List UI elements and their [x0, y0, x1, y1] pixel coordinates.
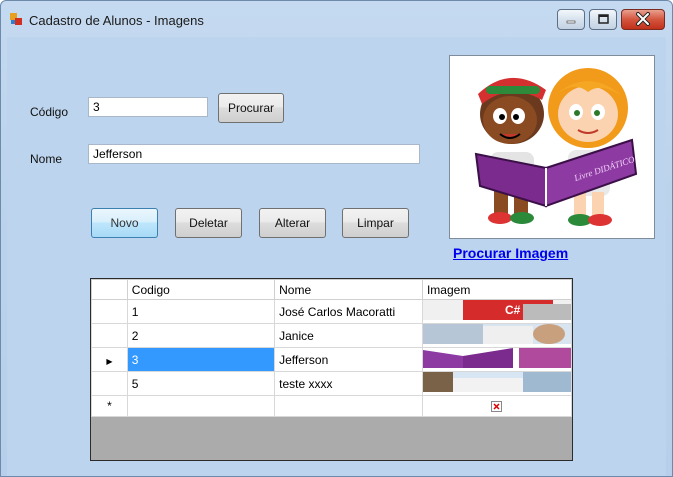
kids-reading-illustration: Livre DIDÁTICO — [474, 68, 638, 226]
close-button[interactable] — [621, 9, 665, 30]
maximize-button[interactable] — [589, 9, 617, 30]
deletar-button[interactable]: Deletar — [175, 208, 242, 238]
row-header-new[interactable]: * — [91, 395, 128, 417]
cell-imagem[interactable] — [421, 347, 572, 372]
column-header-imagem[interactable]: Imagem — [421, 279, 572, 300]
nome-input[interactable]: Jefferson — [88, 144, 420, 164]
new-row-asterisk-icon: * — [107, 399, 112, 413]
row-header-current[interactable]: ▶ — [91, 347, 128, 372]
table-row[interactable]: ▶ 3 Jefferson — [91, 347, 572, 372]
thumbnail-image — [423, 372, 571, 392]
procurar-imagem-link[interactable]: Procurar Imagem — [453, 245, 568, 261]
cell-imagem[interactable] — [421, 371, 572, 396]
minimize-icon — [566, 20, 576, 24]
row-header[interactable] — [91, 371, 128, 396]
main-window: Cadastro de Alunos - Imagens Código 3 Pr… — [0, 0, 673, 477]
cell-codigo[interactable]: 1 — [126, 299, 276, 324]
codigo-label: Código — [30, 105, 69, 119]
close-icon — [636, 12, 650, 26]
thumbnail-image — [423, 348, 571, 368]
table-row[interactable]: 5 teste xxxx — [91, 371, 572, 396]
app-icon — [10, 13, 22, 25]
nome-label: Nome — [30, 152, 63, 166]
procurar-button[interactable]: Procurar — [218, 93, 284, 123]
students-data-grid[interactable]: Codigo Nome Imagem 1 José Carlos Macorat… — [90, 278, 573, 461]
grid-header-row: Codigo Nome Imagem — [91, 279, 572, 300]
form-client-area: Código 3 Procurar Nome Jefferson Novo De… — [7, 37, 666, 476]
novo-button[interactable]: Novo — [91, 208, 158, 238]
title-bar[interactable]: Cadastro de Alunos - Imagens — [1, 1, 672, 37]
cell-nome[interactable]: José Carlos Macoratti — [274, 299, 423, 324]
alterar-button[interactable]: Alterar — [259, 208, 326, 238]
table-row[interactable]: 2 Janice — [91, 323, 572, 348]
column-header-nome[interactable]: Nome — [274, 279, 423, 300]
thumbnail-image: C# — [423, 300, 571, 320]
thumbnail-text: C# — [505, 303, 521, 317]
student-picture-box: Livre DIDÁTICO — [449, 55, 655, 239]
cell-nome[interactable]: teste xxxx — [274, 371, 423, 396]
cell-imagem[interactable] — [421, 323, 572, 348]
cell-nome[interactable]: Jefferson — [274, 347, 423, 372]
limpar-button[interactable]: Limpar — [342, 208, 409, 238]
row-header[interactable] — [91, 299, 128, 324]
cell-codigo-selected[interactable]: 3 — [126, 347, 276, 372]
cell-codigo-new[interactable] — [126, 395, 276, 417]
current-row-arrow-icon: ▶ — [106, 356, 113, 366]
cell-codigo[interactable]: 5 — [126, 371, 276, 396]
minimize-button[interactable] — [557, 9, 585, 30]
cell-nome[interactable]: Janice — [274, 323, 423, 348]
cell-imagem[interactable]: C# — [421, 299, 572, 324]
codigo-input[interactable]: 3 — [88, 97, 208, 117]
table-row[interactable]: 1 José Carlos Macoratti C# — [91, 299, 572, 324]
table-row-new[interactable]: * — [91, 395, 572, 417]
maximize-icon — [598, 14, 609, 24]
row-header-corner[interactable] — [91, 279, 128, 300]
column-header-codigo[interactable]: Codigo — [126, 279, 276, 300]
row-header[interactable] — [91, 323, 128, 348]
thumbnail-image — [423, 324, 571, 344]
broken-image-icon — [491, 401, 503, 413]
window-title: Cadastro de Alunos - Imagens — [29, 13, 204, 28]
cell-imagem-new[interactable] — [421, 395, 572, 417]
cell-codigo[interactable]: 2 — [126, 323, 276, 348]
cell-nome-new[interactable] — [274, 395, 423, 417]
